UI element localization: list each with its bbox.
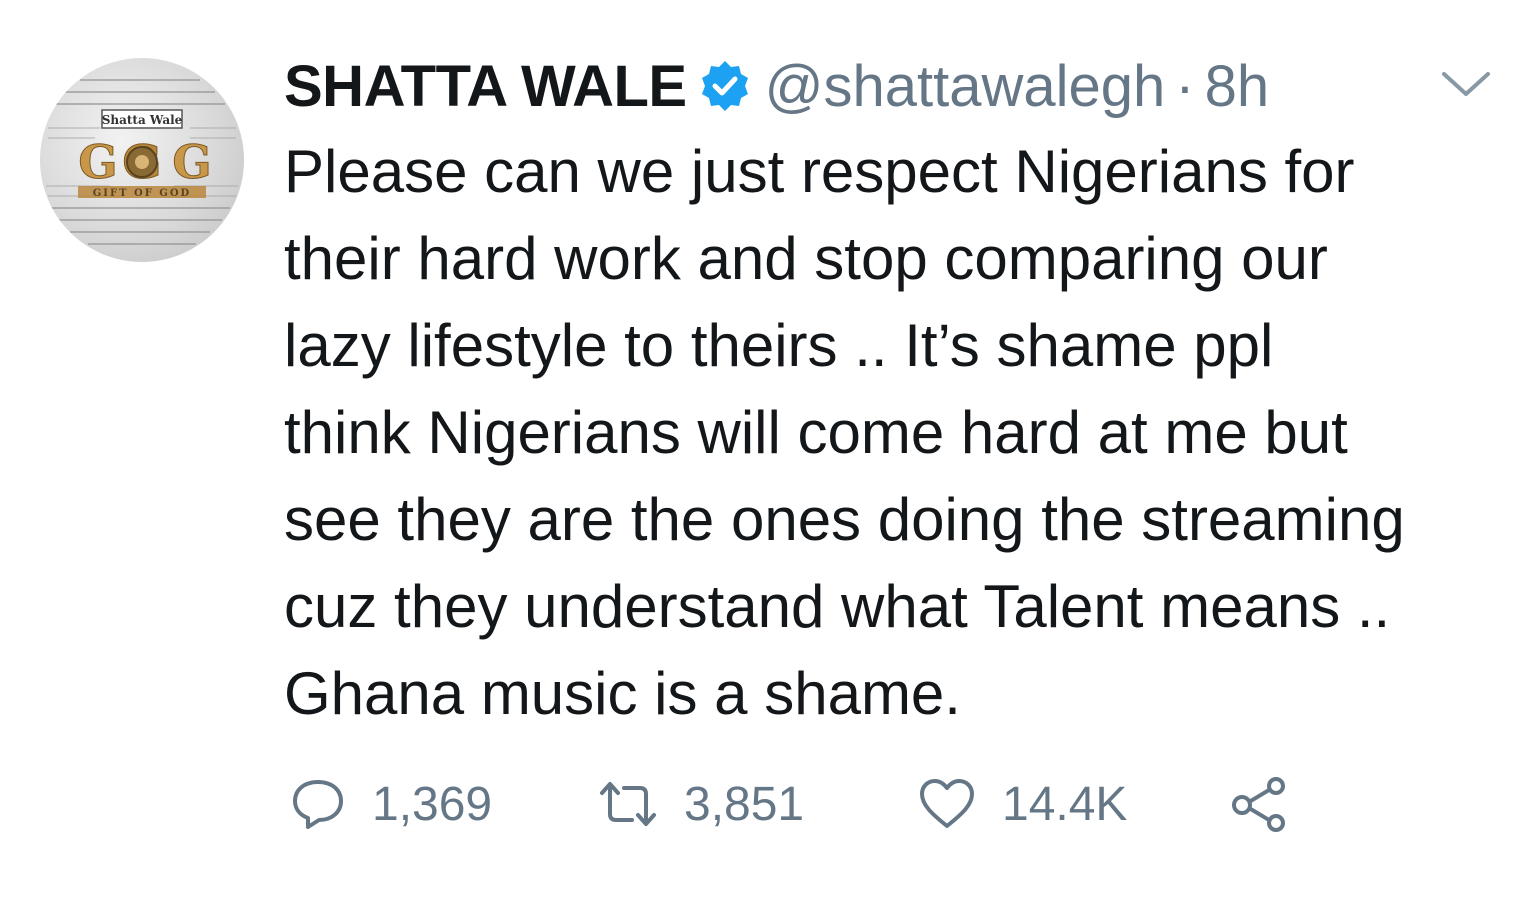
tweet-actions: 1,369 3,851 14.4K: [290, 772, 1510, 836]
tweet-card[interactable]: Shatta Wale G G G GIFT OF GOD SHATTA WAL…: [0, 0, 1536, 910]
tweet-text-line: think Nigerians will come hard at me but: [284, 399, 1348, 466]
tweet-text-line: cuz they understand what Talent means ..: [284, 573, 1391, 640]
verified-badge-icon: [697, 58, 753, 114]
tweet-text-line: see they are the ones doing the streamin…: [284, 486, 1405, 553]
retweet-button[interactable]: 3,851: [598, 772, 804, 836]
svg-text:GIFT OF GOD: GIFT OF GOD: [93, 188, 191, 199]
tweet-text-line: their hard work and stop comparing our: [284, 225, 1328, 292]
separator-dot: ·: [1175, 53, 1195, 119]
svg-text:G: G: [78, 135, 117, 189]
reply-icon: [290, 776, 346, 832]
tweet-timestamp[interactable]: 8h: [1205, 53, 1270, 120]
svg-text:Shatta Wale: Shatta Wale: [102, 113, 183, 127]
tweet-text-line: Ghana music is a shame.: [284, 660, 961, 727]
chevron-down-icon[interactable]: [1436, 62, 1496, 106]
tweet-header: SHATTA WALE @shattawalegh · 8h: [284, 46, 1269, 126]
reply-count: 1,369: [372, 777, 493, 831]
like-button[interactable]: 14.4K: [918, 772, 1127, 836]
tweet-text-line: lazy lifestyle to theirs .. It’s shame p…: [284, 312, 1274, 379]
heart-icon: [918, 776, 976, 832]
display-name[interactable]: SHATTA WALE: [284, 53, 687, 120]
share-icon: [1230, 775, 1290, 833]
reply-button[interactable]: 1,369: [290, 772, 492, 836]
avatar[interactable]: Shatta Wale G G G GIFT OF GOD: [40, 58, 244, 262]
retweet-count: 3,851: [684, 777, 805, 831]
svg-text:G: G: [172, 135, 211, 189]
retweet-icon: [598, 776, 658, 832]
user-handle[interactable]: @shattawalegh: [765, 53, 1166, 120]
share-button[interactable]: [1230, 772, 1290, 836]
like-count: 14.4K: [1002, 777, 1128, 831]
avatar-logo-image: Shatta Wale G G G GIFT OF GOD: [46, 79, 238, 245]
tweet-text-line: Please can we just respect Nigerians for: [284, 138, 1355, 205]
tweet-body: Please can we just respect Nigerians for…: [284, 128, 1520, 737]
